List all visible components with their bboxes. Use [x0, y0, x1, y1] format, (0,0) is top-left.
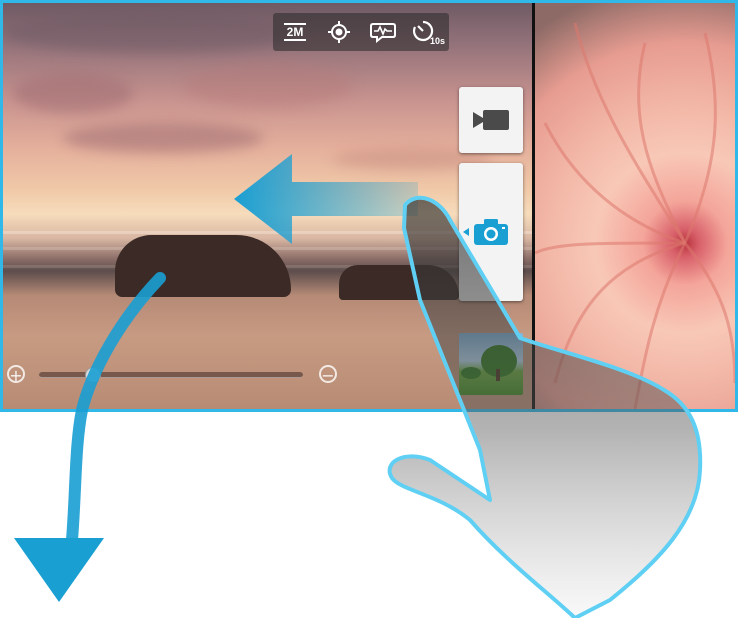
zoom-slider-track[interactable] [39, 367, 303, 383]
camera-viewfinder[interactable]: 2M 10s + − [3, 3, 532, 409]
focus-mode-button[interactable] [321, 17, 357, 47]
resolution-setting-button[interactable]: 2M [277, 17, 313, 47]
zoom-out-button[interactable]: − [319, 365, 337, 384]
last-photo-thumbnail[interactable] [459, 333, 523, 395]
gallery-preview-panel[interactable] [534, 3, 735, 409]
zoom-control: + − [7, 363, 347, 389]
focus-target-icon [328, 21, 350, 43]
camera-settings-bar: 2M 10s [273, 13, 449, 51]
camera-icon [474, 219, 508, 245]
video-mode-button[interactable] [459, 87, 523, 153]
scene-mode-icon [370, 23, 396, 43]
scene-mode-button[interactable] [365, 17, 401, 47]
mode-selected-indicator-icon [463, 228, 469, 236]
timer-duration-label: 10s [429, 36, 445, 46]
flower-photo-icon [534, 22, 735, 409]
zoom-slider-thumb[interactable] [84, 367, 101, 383]
landscape-thumbnail-icon [461, 345, 517, 381]
camera-app-screen: 2M 10s + − [0, 0, 738, 412]
video-camera-icon [473, 110, 509, 130]
self-timer-button[interactable]: 10s [409, 17, 445, 47]
photo-mode-button[interactable] [459, 163, 523, 301]
resolution-label: 2M [283, 23, 307, 41]
zoom-in-button[interactable]: + [7, 365, 25, 384]
